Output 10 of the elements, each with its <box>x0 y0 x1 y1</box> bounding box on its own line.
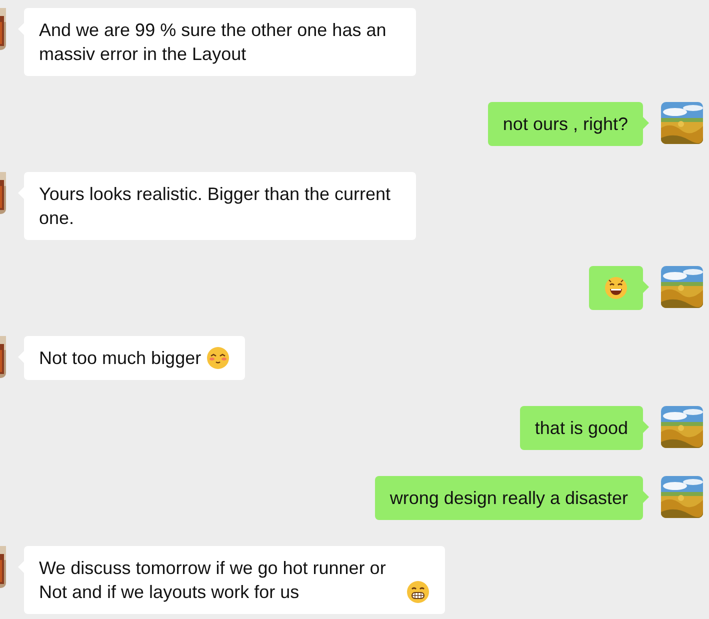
message-text: not ours , right? <box>502 113 628 136</box>
laughing-face-icon <box>604 276 628 300</box>
message-text: wrong design really a disaster <box>390 487 628 510</box>
message-text: And we are 99 % sure the other one has an massiv error in the Layout <box>39 19 388 66</box>
message-text: We discuss tomorrow if we go hot runner or Not and if we layouts work for us <box>39 557 387 604</box>
blushing-face-icon <box>206 346 230 370</box>
message-text: Yours looks realistic. Bigger than the current one. <box>39 183 392 230</box>
message-text: that is good <box>534 417 628 440</box>
grinning-face-icon <box>406 580 430 604</box>
message-text: Not too much bigger <box>39 347 202 370</box>
